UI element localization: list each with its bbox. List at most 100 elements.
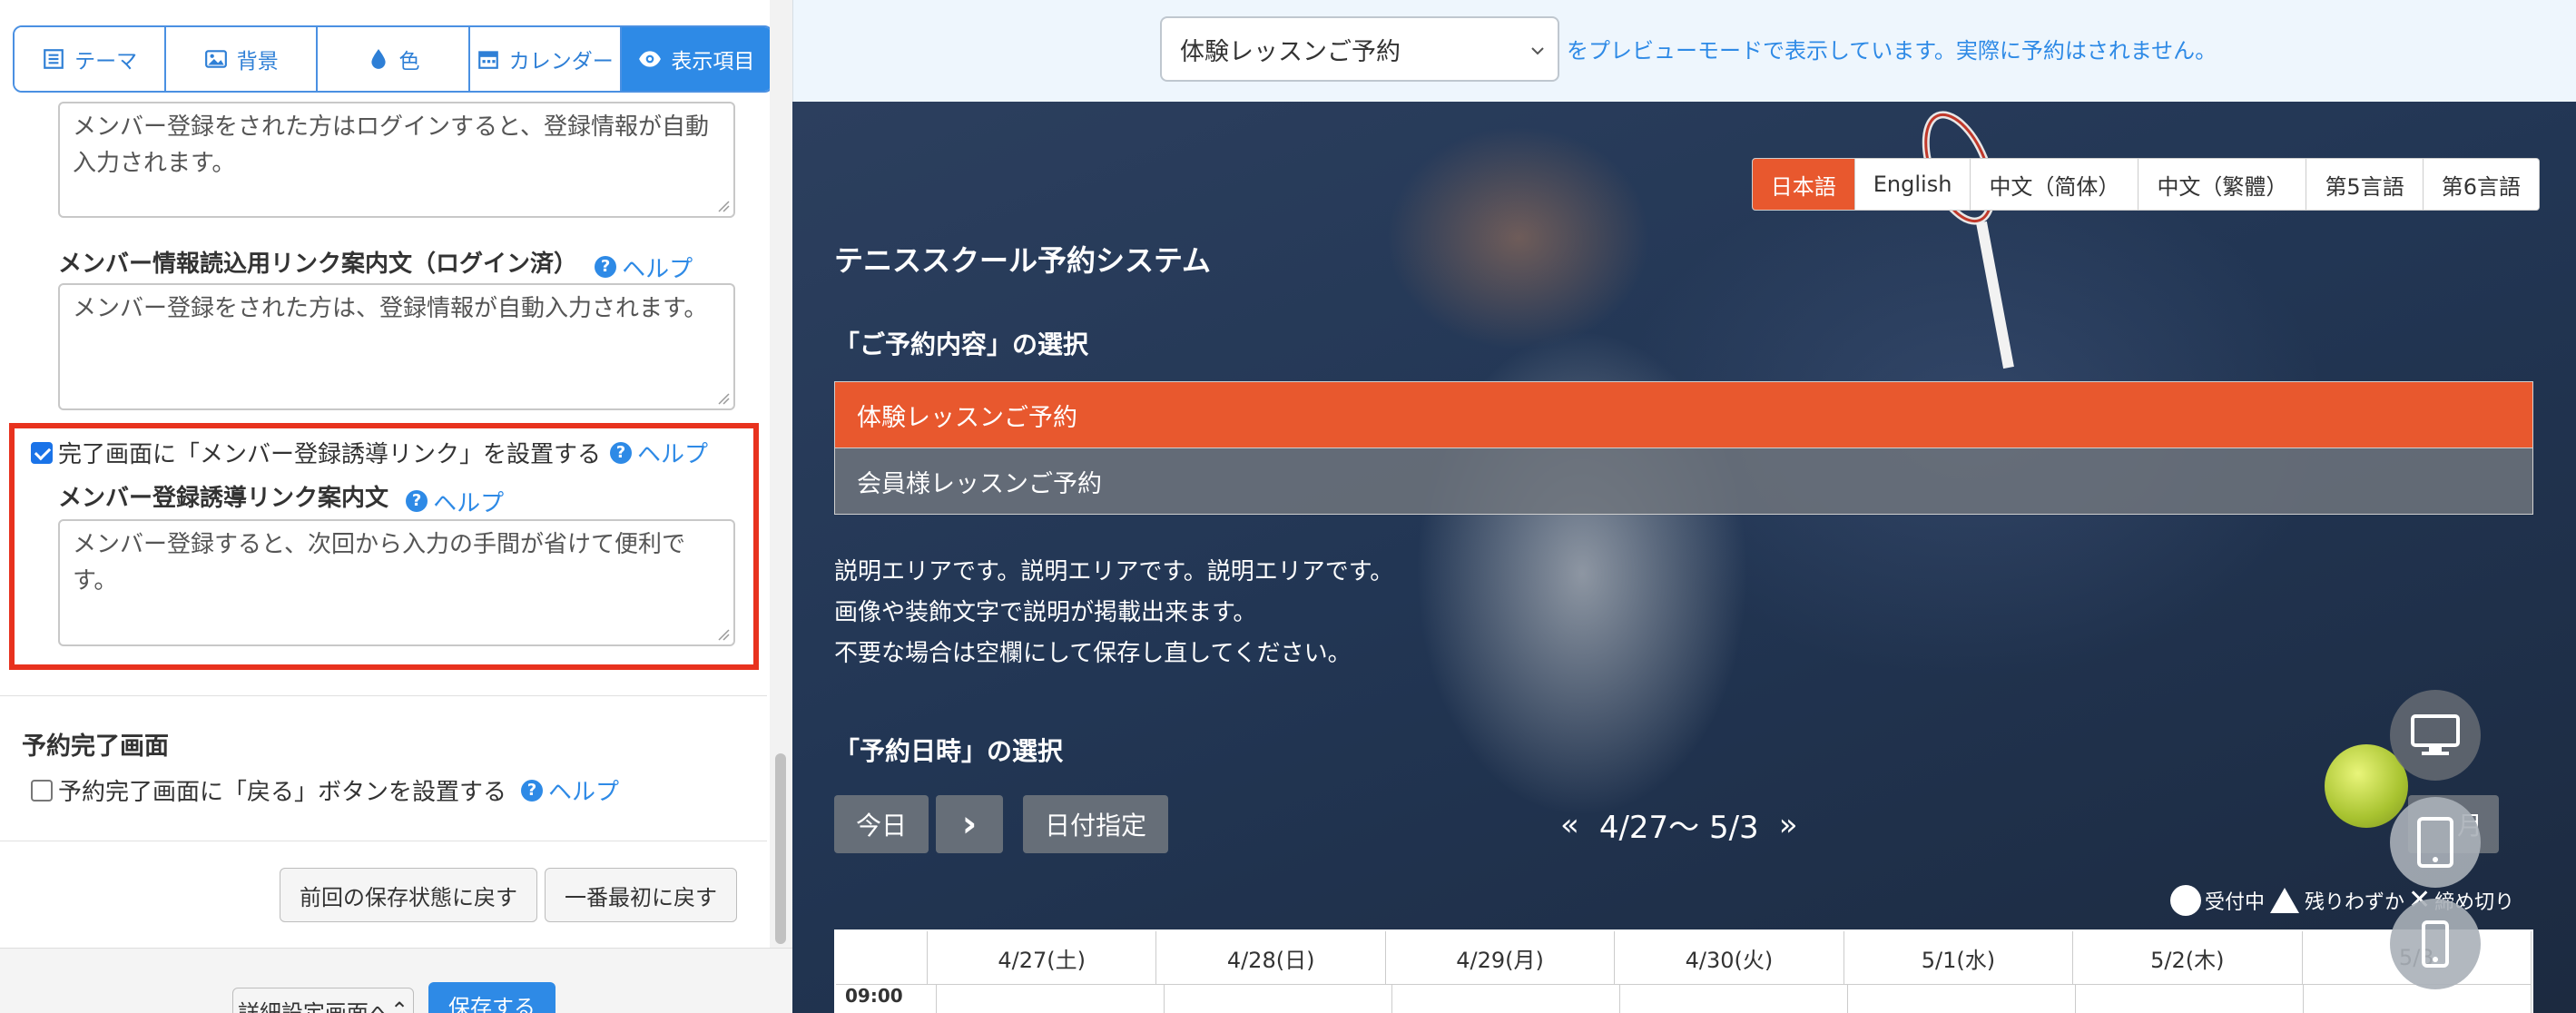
textarea-value: メンバー登録をされた方はログインすると、登録情報が自動入力されます。 bbox=[73, 113, 709, 177]
member-link-textarea[interactable]: メンバー登録すると、次回から入力の手間が省けて便利です。 bbox=[58, 519, 735, 646]
textarea-value: メンバー登録をされた方は、登録情報が自動入力されます。 bbox=[73, 295, 708, 322]
schedule-table: 4/27(土) 4/28(日) 4/29(月) 4/30(火) 5/1(水) 5… bbox=[834, 929, 2533, 1013]
menu-select[interactable]: 体験レッスンご予約 bbox=[1160, 16, 1559, 82]
table-header-cell: 4/29(月) bbox=[1386, 931, 1616, 984]
resize-handle-icon[interactable] bbox=[717, 200, 730, 212]
description-line: 画像や装飾文字で説明が掲載出来ます。 bbox=[834, 599, 1257, 626]
detail-settings-button[interactable]: 詳細設定画面へ ⌃ bbox=[232, 988, 414, 1013]
tablet-icon bbox=[2417, 817, 2453, 868]
tab-background[interactable]: 背景 bbox=[166, 27, 319, 91]
legend-available: 受付中 bbox=[2205, 890, 2266, 914]
date-pick-button[interactable]: 日付指定 bbox=[1023, 795, 1168, 853]
menu-section-title: 「ご予約内容」の選択 bbox=[834, 329, 1089, 359]
smartphone-icon bbox=[2422, 920, 2449, 968]
table-header-cell: 4/28(日) bbox=[1156, 931, 1386, 984]
tab-theme[interactable]: テーマ bbox=[15, 27, 167, 91]
question-icon: ? bbox=[610, 441, 633, 464]
revert-button[interactable]: 前回の保存状態に戻す bbox=[280, 868, 537, 922]
lang-english[interactable]: English bbox=[1854, 159, 1971, 210]
slot-cell[interactable] bbox=[1620, 985, 1848, 1013]
detail-settings-label: 詳細設定画面へ bbox=[237, 999, 390, 1013]
lang-6[interactable]: 第6言語 bbox=[2423, 159, 2539, 210]
preview-area: 体験レッスンご予約 をプレビューモードで表示しています。実際に予約はされません。… bbox=[792, 0, 2576, 1013]
smartphone-view-button[interactable] bbox=[2390, 899, 2481, 989]
help-link[interactable]: ? ヘルプ bbox=[595, 251, 693, 284]
range-prev-button[interactable]: « bbox=[1560, 807, 1579, 843]
tab-color[interactable]: 色 bbox=[318, 27, 470, 91]
lang-5[interactable]: 第5言語 bbox=[2306, 159, 2424, 210]
description-area: 説明エリアです。説明エリアです。説明エリアです。 画像や装飾文字で説明が掲載出来… bbox=[834, 552, 1393, 674]
resize-handle-icon[interactable] bbox=[717, 628, 730, 641]
help-label: ヘルプ bbox=[548, 779, 620, 806]
tablet-view-button[interactable] bbox=[2390, 797, 2481, 888]
today-button[interactable]: 今日 bbox=[834, 795, 929, 853]
chevron-up-icon: ⌃ bbox=[389, 998, 409, 1013]
lang-chinese-traditional[interactable]: 中文（繁體） bbox=[2138, 159, 2307, 210]
table-header-cell: 4/30(火) bbox=[1615, 931, 1844, 984]
help-link[interactable]: ? ヘルプ bbox=[406, 485, 504, 518]
description-line: 不要な場合は空欄にして保存し直してください。 bbox=[834, 640, 1352, 667]
textarea-value: メンバー登録すると、次回から入力の手間が省けて便利です。 bbox=[73, 531, 685, 595]
description-line: 説明エリアです。説明エリアです。説明エリアです。 bbox=[834, 558, 1394, 585]
settings-panel: テーマ 背景 色 カレンダー 表示項目 メンバー登録をされた方はログインすると、… bbox=[0, 0, 792, 1013]
table-header-cell: 4/27(土) bbox=[928, 931, 1157, 984]
table-header-cell: 5/1(水) bbox=[1844, 931, 2074, 984]
chevron-down-icon bbox=[1531, 47, 1544, 55]
circle-icon bbox=[2170, 884, 2201, 916]
resize-handle-icon[interactable] bbox=[717, 392, 730, 405]
table-header-cell bbox=[836, 931, 928, 984]
menu-select-value: 体験レッスンご予約 bbox=[1180, 37, 1401, 66]
member-link-checkbox[interactable] bbox=[31, 441, 53, 464]
back-button-checkbox-label: 予約完了画面に「戻る」ボタンを設置する bbox=[58, 779, 507, 806]
calendar-icon bbox=[477, 51, 498, 69]
triangle-icon bbox=[2270, 887, 2300, 913]
back-button-checkbox[interactable] bbox=[31, 779, 53, 802]
save-button[interactable]: 保存する bbox=[428, 982, 556, 1013]
tab-label: カレンダー bbox=[508, 50, 614, 74]
tab-label: 色 bbox=[398, 50, 420, 74]
slot-cell[interactable] bbox=[1165, 985, 1392, 1013]
table-row: 09:00 bbox=[836, 985, 2532, 1013]
language-switcher: 日本語 English 中文（简体） 中文（繁體） 第5言語 第6言語 bbox=[1751, 158, 2540, 211]
slot-cell[interactable] bbox=[1848, 985, 2076, 1013]
scrollbar-thumb[interactable] bbox=[775, 753, 786, 944]
settings-tabs: テーマ 背景 色 カレンダー 表示項目 bbox=[13, 25, 773, 93]
question-icon: ? bbox=[406, 490, 428, 512]
help-link[interactable]: ? ヘルプ bbox=[610, 436, 708, 469]
member-link-text-label-text: メンバー登録誘導リンク案内文 bbox=[58, 485, 389, 512]
member-link-checkbox-row[interactable]: 完了画面に「メンバー登録誘導リンク」を設置する ? ヘルプ bbox=[31, 436, 708, 469]
member-info-label-text: メンバー情報読込用リンク案内文（ログイン済） bbox=[58, 251, 578, 278]
tab-display-items[interactable]: 表示項目 bbox=[621, 27, 772, 91]
member-info-label: メンバー情報読込用リンク案内文（ログイン済） ? ヘルプ bbox=[58, 245, 693, 284]
slot-cell[interactable] bbox=[2304, 985, 2532, 1013]
next-week-button[interactable]: › bbox=[936, 795, 1003, 853]
completion-section-title: 予約完了画面 bbox=[22, 733, 169, 761]
help-label: ヘルプ bbox=[433, 489, 505, 517]
desktop-view-button[interactable] bbox=[2390, 690, 2481, 781]
tab-calendar[interactable]: カレンダー bbox=[469, 27, 622, 91]
date-range: « 4/27〜 5/3 » bbox=[1560, 802, 1798, 847]
help-link[interactable]: ? ヘルプ bbox=[521, 773, 619, 807]
slot-cell[interactable] bbox=[937, 985, 1165, 1013]
chevron-right-icon: › bbox=[961, 803, 978, 845]
help-label: ヘルプ bbox=[637, 441, 709, 468]
legend-few: 残りわずか bbox=[2305, 890, 2405, 914]
tab-label: 背景 bbox=[236, 50, 279, 74]
question-icon: ? bbox=[521, 779, 544, 802]
login-message-textarea[interactable]: メンバー登録をされた方はログインすると、登録情報が自動入力されます。 bbox=[58, 102, 735, 218]
back-button-checkbox-row[interactable]: 予約完了画面に「戻る」ボタンを設置する ? ヘルプ bbox=[31, 773, 619, 807]
menu-item-member[interactable]: 会員様レッスンご予約 bbox=[835, 447, 2532, 514]
lang-japanese[interactable]: 日本語 bbox=[1752, 159, 1855, 210]
menu-item-trial[interactable]: 体験レッスンご予約 bbox=[835, 382, 2532, 447]
lang-chinese-simplified[interactable]: 中文（简体） bbox=[1971, 159, 2139, 210]
list-icon bbox=[44, 49, 64, 69]
member-info-textarea[interactable]: メンバー登録をされた方は、登録情報が自動入力されます。 bbox=[58, 283, 735, 410]
time-cell: 09:00 bbox=[836, 985, 937, 1013]
member-link-checkbox-label: 完了画面に「メンバー登録誘導リンク」を設置する bbox=[58, 441, 602, 468]
slot-cell[interactable] bbox=[1392, 985, 1620, 1013]
range-next-button[interactable]: » bbox=[1779, 807, 1798, 843]
slot-cell[interactable] bbox=[2076, 985, 2304, 1013]
reset-button[interactable]: 一番最初に戻す bbox=[545, 868, 737, 922]
preview-note: をプレビューモードで表示しています。実際に予約はされません。 bbox=[1567, 38, 2217, 64]
image-icon bbox=[204, 50, 227, 68]
